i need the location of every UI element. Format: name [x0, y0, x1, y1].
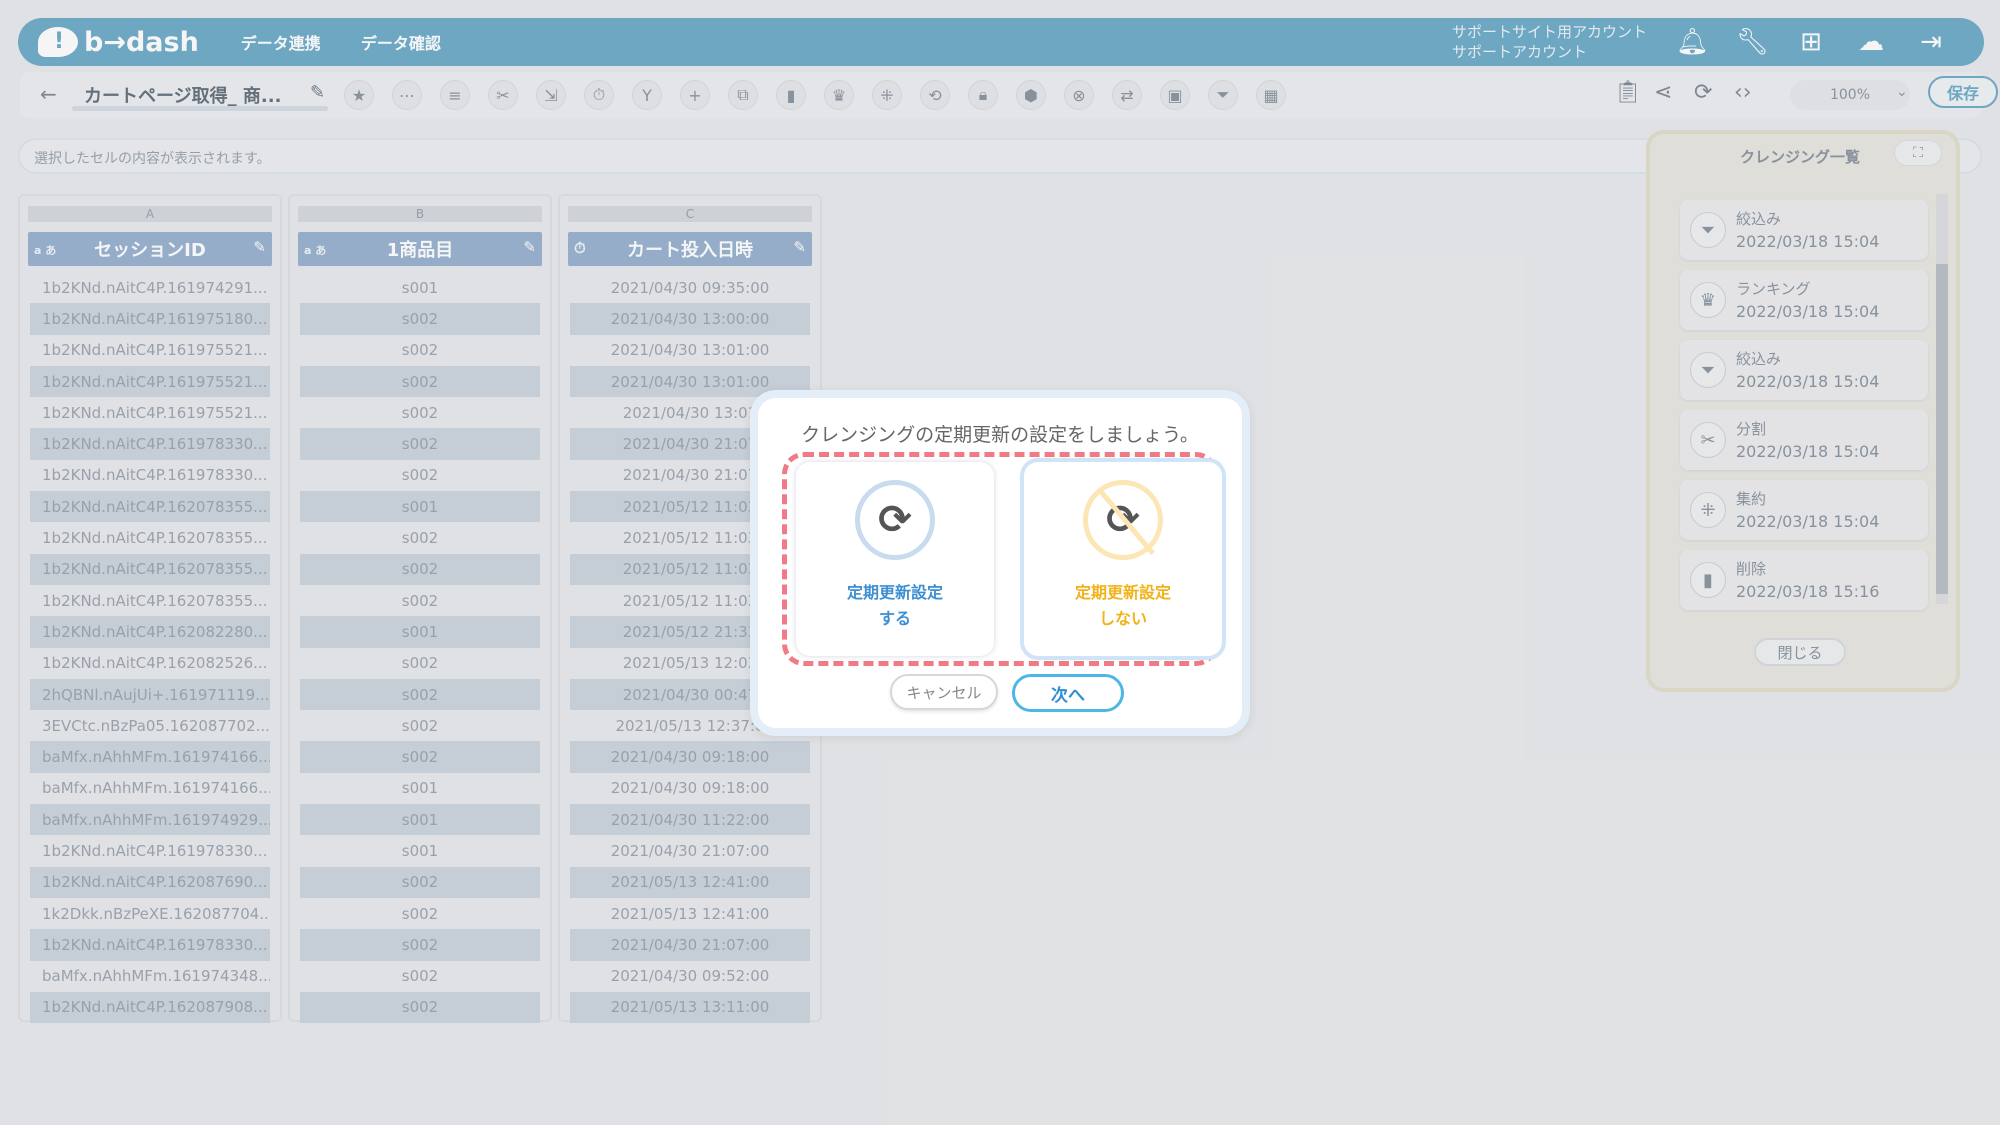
option-label-line2: しない	[1098, 609, 1147, 628]
option-label: 定期更新設定 しない	[1024, 580, 1222, 632]
option-schedule-off[interactable]: ⟳ 定期更新設定 しない	[1024, 462, 1222, 656]
next-button[interactable]: 次へ	[1012, 674, 1124, 712]
option-schedule-on[interactable]: ⟳ 定期更新設定 する	[796, 462, 994, 656]
cancel-button[interactable]: キャンセル	[890, 674, 998, 710]
option-label-line1: 定期更新設定	[846, 583, 943, 602]
slash-mark	[1098, 488, 1155, 556]
schedule-update-dialog: クレンジングの定期更新の設定をしましょう。 ⟳ 定期更新設定 する ⟳ 定期更新…	[750, 390, 1250, 736]
refresh-icon: ⟳	[855, 480, 935, 560]
option-label: 定期更新設定 する	[796, 580, 994, 632]
option-label-line1: 定期更新設定	[1074, 583, 1171, 602]
option-label-line2: する	[878, 609, 911, 628]
dialog-message: クレンジングの定期更新の設定をしましょう。	[801, 424, 1199, 446]
refresh-disabled-icon: ⟳	[1083, 480, 1163, 560]
